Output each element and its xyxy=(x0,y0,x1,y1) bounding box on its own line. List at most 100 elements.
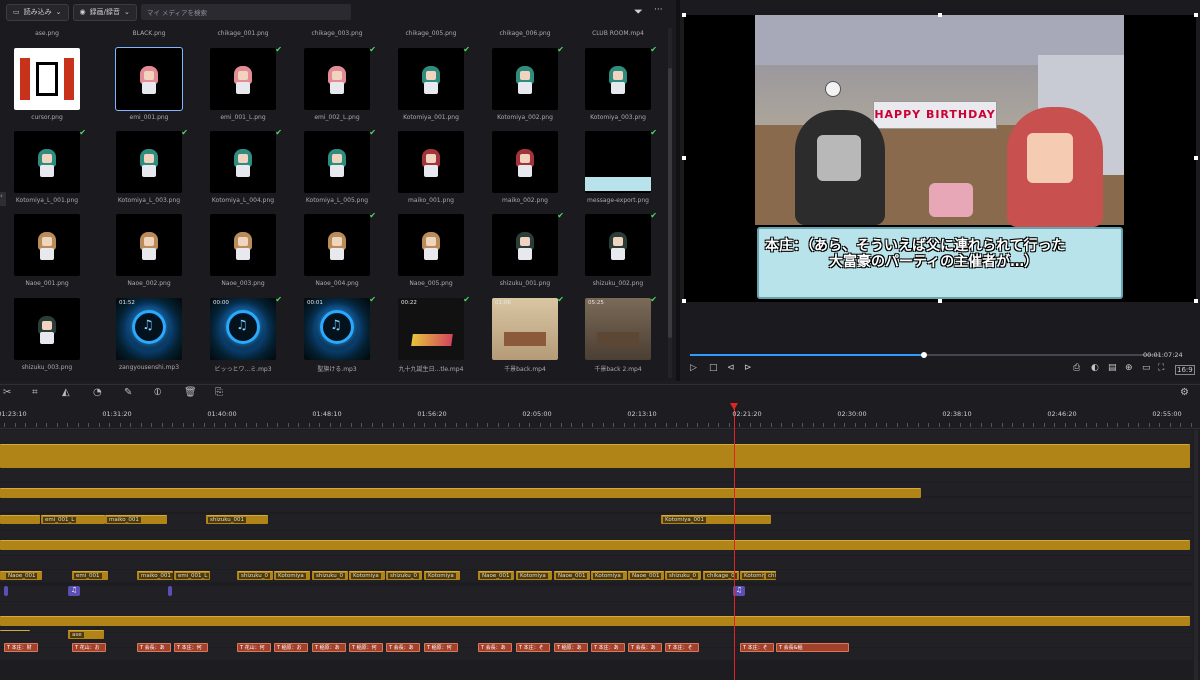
media-item[interactable]: maiko_001.png xyxy=(398,131,468,204)
media-item[interactable]: cursor.png xyxy=(14,48,84,121)
resize-handle[interactable] xyxy=(1194,156,1198,160)
media-item[interactable]: 01:06 千景back.mp4 ✔ xyxy=(492,295,564,373)
fullscreen-icon[interactable]: ⛶ xyxy=(1158,363,1164,373)
text-clip[interactable]: T 本庄：あ xyxy=(591,643,625,652)
timeline-clip[interactable]: maiko_001 xyxy=(105,515,167,524)
media-item[interactable]: Kotomiya_L_001.png ✔ xyxy=(14,128,86,204)
resize-handle[interactable] xyxy=(682,13,686,17)
timeline-clip[interactable]: shizuku_0 xyxy=(386,571,422,580)
text-clip[interactable]: T 稲原：あ xyxy=(554,643,588,652)
media-item[interactable]: Naoe_004.png ✔ xyxy=(304,211,376,287)
timeline-clip[interactable]: shizuku_001 xyxy=(206,515,268,524)
stop-icon[interactable]: □ xyxy=(709,363,718,373)
media-item[interactable]: 05:25 千景back 2.mp4 ✔ xyxy=(585,295,657,373)
audio-clip[interactable] xyxy=(168,586,172,596)
media-item[interactable]: Kotomiya_001.png ✔ xyxy=(398,45,470,121)
timeline-clip[interactable]: Kotomiya xyxy=(516,571,552,580)
media-item[interactable]: ♫ 00:01 聖旗ける.mp3 ✔ xyxy=(304,295,376,373)
audio-clip[interactable] xyxy=(4,586,8,596)
text-clip[interactable]: T 会長&稲 xyxy=(776,643,849,652)
speed-icon[interactable]: ◔ xyxy=(93,387,102,398)
timeline-clip[interactable]: shizuku_0 xyxy=(665,571,701,580)
subtitle-icon[interactable]: ▤ xyxy=(1108,363,1117,373)
timeline-ruler[interactable] xyxy=(0,405,1200,429)
text-clip[interactable]: T 会長：あ xyxy=(478,643,512,652)
resize-handle[interactable] xyxy=(1194,299,1198,303)
play-icon[interactable]: ▷ xyxy=(690,363,697,373)
timeline-clip[interactable]: Kotomiya xyxy=(424,571,460,580)
timeline-clip[interactable] xyxy=(0,488,921,498)
media-item[interactable]: shizuku_002.png ✔ xyxy=(585,211,657,287)
media-item[interactable]: Kotomiya_L_003.png ✔ xyxy=(116,128,188,204)
media-scrollbar[interactable] xyxy=(668,28,672,378)
seek-knob[interactable] xyxy=(921,352,927,358)
more-icon[interactable]: ··· xyxy=(654,5,663,15)
delete-icon[interactable]: 🗑 xyxy=(184,387,197,398)
playhead[interactable] xyxy=(734,405,735,680)
timeline-clip[interactable]: ase xyxy=(68,630,104,639)
timeline-clip[interactable]: Naoe_001 xyxy=(554,571,590,580)
timeline-clip[interactable]: shizuku_0 xyxy=(312,571,348,580)
timeline-clip[interactable]: Kotomiya xyxy=(349,571,385,580)
text-clip[interactable]: T 本庄：そ xyxy=(516,643,550,652)
media-search-input[interactable]: マイ メディアを検索 xyxy=(140,4,351,20)
media-item[interactable]: emi_001_L.png ✔ xyxy=(210,45,282,121)
zoom-icon[interactable]: ⊕ xyxy=(1125,363,1133,373)
filter-icon[interactable]: ⏷ xyxy=(634,5,643,19)
timeline-clip[interactable] xyxy=(0,616,1190,626)
export-icon[interactable]: ⎘ xyxy=(215,387,223,398)
timeline-clip[interactable] xyxy=(0,630,30,632)
audio-clip[interactable]: ♫ xyxy=(68,586,80,596)
media-item[interactable]: Naoe_001.png xyxy=(14,214,84,287)
media-item[interactable]: Naoe_002.png xyxy=(116,214,186,287)
text-clip[interactable]: T 稲原：何 xyxy=(424,643,458,652)
text-clip[interactable]: T 本庄：何 xyxy=(174,643,208,652)
text-clip[interactable]: T 稲原：何 xyxy=(349,643,383,652)
timeline-clip[interactable] xyxy=(0,444,1190,468)
snapshot-icon[interactable]: ⎙ xyxy=(1073,363,1080,373)
prev-frame-icon[interactable]: ⊲ xyxy=(727,363,735,373)
text-clip[interactable]: T 稲原：あ xyxy=(312,643,346,652)
resize-handle[interactable] xyxy=(938,13,942,17)
media-item[interactable]: Kotomiya_002.png ✔ xyxy=(492,45,564,121)
resize-handle[interactable] xyxy=(682,156,686,160)
resize-handle[interactable] xyxy=(938,299,942,303)
media-item[interactable]: Kotomiya_L_005.png ✔ xyxy=(304,128,376,204)
timeline-clip[interactable]: chikage_0 xyxy=(764,571,776,580)
text-clip[interactable]: T 会長：あ xyxy=(386,643,420,652)
timeline-clip[interactable] xyxy=(0,540,1190,550)
text-clip[interactable]: T 本庄：そ xyxy=(740,643,774,652)
media-item[interactable]: shizuku_001.png ✔ xyxy=(492,211,564,287)
media-item[interactable]: Naoe_005.png xyxy=(398,214,468,287)
media-item[interactable]: 00:22 九十九誕生日...tle.mp4 ✔ xyxy=(398,295,470,373)
media-item[interactable]: Naoe_003.png xyxy=(210,214,280,287)
settings-icon[interactable]: ⚙ xyxy=(1180,387,1189,398)
edit-icon[interactable]: ✎ xyxy=(124,387,132,398)
record-button[interactable]: ◉ 録画/録音 ⌄ xyxy=(72,3,137,21)
mirror-icon[interactable]: ◭ xyxy=(62,387,70,398)
timeline-clip[interactable]: maiko_001 xyxy=(137,571,173,580)
media-item[interactable]: ♫ 00:00 ビッっとワ...ミ.mp3 ✔ xyxy=(210,295,282,373)
text-clip[interactable]: T 花山：お xyxy=(72,643,106,652)
crop-icon[interactable]: ⌗ xyxy=(32,387,38,398)
collapse-left-icon[interactable]: ‹ xyxy=(0,192,6,206)
freeze-icon[interactable]: ⦶ xyxy=(154,387,161,398)
timeline-clip[interactable]: Naoe_001 xyxy=(478,571,514,580)
timeline-clip[interactable]: Kotomiya xyxy=(274,571,310,580)
timeline-clip[interactable]: Naoe_001 xyxy=(4,571,42,580)
playhead-handle[interactable] xyxy=(730,403,738,410)
aspect-ratio-icon[interactable]: 16:9 xyxy=(1175,365,1195,375)
audio-icon[interactable]: ◐ xyxy=(1091,363,1099,373)
safe-area-icon[interactable]: ▭ xyxy=(1142,363,1151,373)
media-item[interactable]: emi_002_L.png ✔ xyxy=(304,45,376,121)
media-item[interactable]: emi_001.png xyxy=(115,47,186,121)
text-clip[interactable]: T 本庄：財 xyxy=(4,643,38,652)
media-item[interactable]: ♫ 01:52 zangyousenshi.mp3 xyxy=(116,298,186,371)
timeline-clip[interactable]: emi_001_L xyxy=(174,571,210,580)
text-clip[interactable]: T 稲原：お xyxy=(274,643,308,652)
media-item[interactable]: Kotomiya_003.png ✔ xyxy=(585,45,657,121)
timeline-clip[interactable]: Kotomiya_001 xyxy=(661,515,771,524)
timeline-clip[interactable]: Naoe_001 xyxy=(628,571,664,580)
split-icon[interactable]: ✂ xyxy=(3,387,11,398)
timeline-clip[interactable] xyxy=(0,515,40,524)
